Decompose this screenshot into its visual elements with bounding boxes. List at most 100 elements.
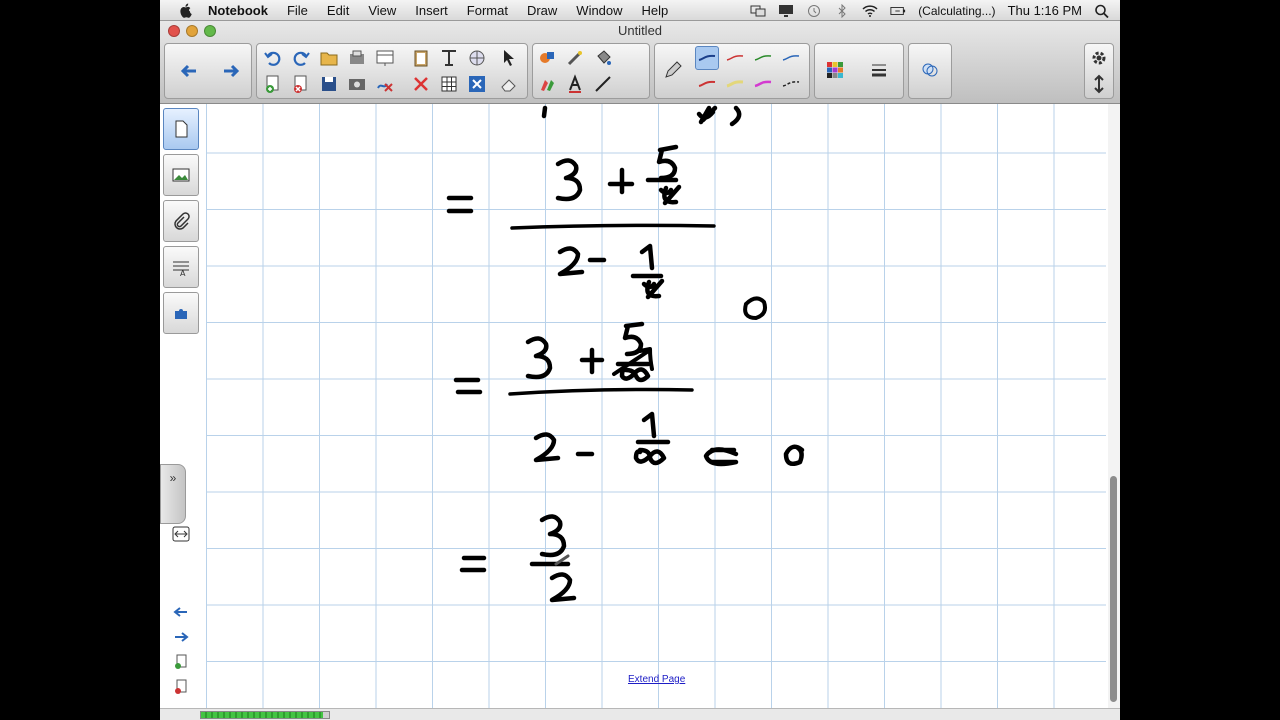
screen-capture-button[interactable]: [345, 72, 369, 96]
transparency-button[interactable]: [918, 58, 942, 82]
color-palette-icon: [827, 62, 843, 78]
pen-style-green[interactable]: [751, 46, 775, 70]
undo-button[interactable]: [261, 46, 285, 70]
paste-button[interactable]: [409, 46, 433, 70]
camera-icon: [349, 79, 365, 90]
swap-sides-icon: [172, 526, 190, 542]
spotlight-search-icon[interactable]: [1094, 4, 1110, 18]
magic-pen-icon: [567, 51, 582, 66]
table-button[interactable]: [437, 72, 461, 96]
sidebar-next-page[interactable]: [168, 627, 194, 647]
pen-styles-group: [654, 43, 810, 99]
shapes-tool-button[interactable]: [535, 46, 559, 70]
tab-properties[interactable]: A: [163, 246, 199, 288]
battery-icon[interactable]: [890, 4, 906, 18]
menu-notebook[interactable]: Notebook: [208, 3, 268, 18]
color-palette-button[interactable]: [823, 58, 847, 82]
paperclip-icon: [174, 212, 190, 230]
fullscreen-button[interactable]: [437, 46, 461, 70]
tab-gallery[interactable]: [163, 154, 199, 196]
file-group: [256, 43, 528, 99]
open-file-button[interactable]: [317, 46, 341, 70]
tab-addons[interactable]: [163, 292, 199, 334]
tab-page-sorter[interactable]: [163, 108, 199, 150]
menu-help[interactable]: Help: [642, 3, 669, 18]
shapes-icon: [540, 52, 554, 63]
sidebar-collapse-handle[interactable]: »: [160, 464, 186, 524]
redo-icon: [293, 51, 310, 66]
time-machine-icon[interactable]: [806, 4, 822, 18]
progress-bar: [200, 711, 330, 719]
text-a-icon: [569, 74, 581, 93]
sidebar: A »: [160, 104, 206, 708]
table-tool-button[interactable]: [465, 46, 489, 70]
bluetooth-icon[interactable]: [834, 3, 850, 18]
vertical-scrollbar[interactable]: [1108, 104, 1120, 708]
settings-button[interactable]: [1087, 46, 1111, 70]
clock[interactable]: Thu 1:16 PM: [1008, 3, 1082, 18]
screen-shade-button[interactable]: [373, 46, 397, 70]
stroke-navy-icon: [782, 55, 800, 61]
menu-extras: (Calculating...) Thu 1:16 PM: [750, 0, 1110, 21]
import-icon: [350, 50, 364, 64]
fill-tool-button[interactable]: [591, 46, 615, 70]
stroke-thick-red-icon: [698, 80, 716, 87]
menu-window[interactable]: Window: [576, 3, 622, 18]
pen-style-navy[interactable]: [779, 46, 803, 70]
magic-pen-button[interactable]: [563, 46, 587, 70]
close-shade-button[interactable]: [465, 72, 489, 96]
gear-icon: [1092, 51, 1106, 65]
overlap-circles-icon: [922, 63, 938, 77]
menu-format[interactable]: Format: [467, 3, 508, 18]
clear-ink-button[interactable]: [373, 72, 397, 96]
whiteboard-canvas[interactable]: Extend Page: [206, 104, 1106, 708]
sidebar-prev-page[interactable]: [168, 602, 194, 622]
toolbar-position-button[interactable]: [1087, 72, 1111, 96]
cursor-icon: [504, 50, 514, 66]
delete-button[interactable]: [409, 72, 433, 96]
sidebar-add-page[interactable]: [168, 652, 194, 672]
previous-page-button[interactable]: [177, 59, 201, 83]
next-page-button[interactable]: [219, 59, 243, 83]
settings-panel: [1084, 43, 1114, 99]
menu-file[interactable]: File: [287, 3, 308, 18]
save-button[interactable]: [317, 72, 341, 96]
menu-draw[interactable]: Draw: [527, 3, 557, 18]
extend-page-link[interactable]: Extend Page: [628, 674, 685, 685]
pen-style-red[interactable]: [723, 46, 747, 70]
close-box-icon: [469, 76, 485, 92]
delete-page-button[interactable]: [289, 72, 313, 96]
pen-style-thick-red[interactable]: [695, 72, 719, 96]
screens-icon[interactable]: [750, 4, 766, 18]
apple-icon[interactable]: [178, 2, 194, 18]
menu-view[interactable]: View: [368, 3, 396, 18]
pen-style-blue[interactable]: [695, 46, 719, 70]
menu-insert[interactable]: Insert: [415, 3, 448, 18]
eraser-tool-button[interactable]: [497, 72, 521, 96]
creative-pen-icon: [541, 80, 554, 91]
menu-edit[interactable]: Edit: [327, 3, 349, 18]
line-tool-button[interactable]: [591, 72, 615, 96]
line-style-button[interactable]: [867, 58, 891, 82]
display-icon[interactable]: [778, 4, 794, 18]
text-tool-button[interactable]: [563, 72, 587, 96]
add-page-button[interactable]: [261, 72, 285, 96]
creative-pen-button[interactable]: [535, 72, 559, 96]
pen-style-dashed[interactable]: [779, 72, 803, 96]
pen-tool-button[interactable]: [661, 58, 685, 82]
wifi-icon[interactable]: [862, 4, 878, 18]
move-sidebar-button[interactable]: [168, 524, 194, 544]
add-page-small-icon: [175, 654, 187, 669]
select-tool-button[interactable]: [497, 46, 521, 70]
redo-button[interactable]: [289, 46, 313, 70]
status-bar: [160, 708, 1120, 720]
scrollbar-thumb[interactable]: [1110, 476, 1117, 702]
pen-style-yellow[interactable]: [723, 72, 747, 96]
arrow-right-small-icon: [175, 632, 189, 642]
pen-style-magenta[interactable]: [751, 72, 775, 96]
tab-attachments[interactable]: [163, 200, 199, 242]
import-button[interactable]: [345, 46, 369, 70]
handwritten-ink: [446, 105, 805, 603]
window-title: Untitled: [617, 23, 663, 38]
sidebar-delete-page[interactable]: [168, 677, 194, 697]
